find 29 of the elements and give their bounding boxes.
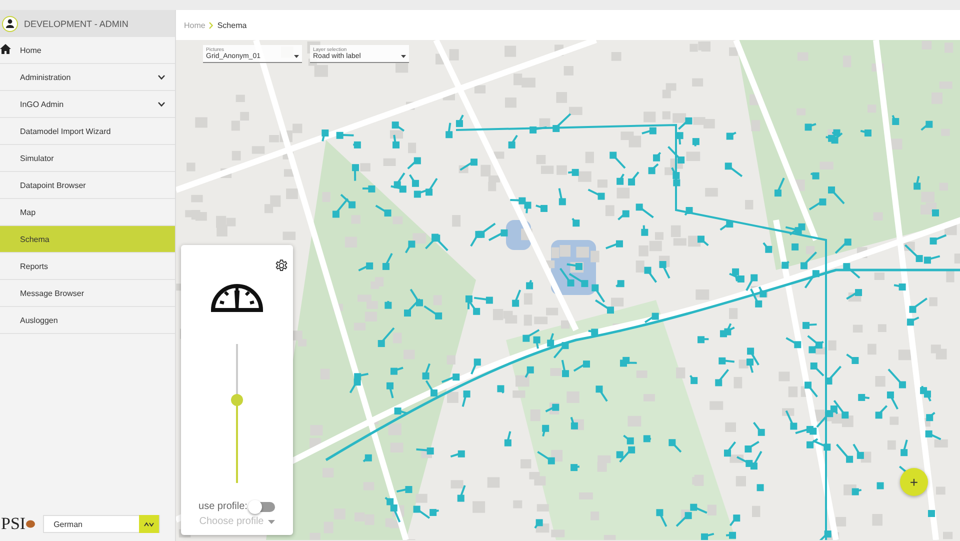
sidebar-item[interactable]: Home: [0, 37, 175, 64]
toggle-label: use profile:: [198, 501, 248, 512]
chevron-icon: [158, 102, 165, 106]
caret-icon: [268, 520, 275, 524]
caret-icon: [294, 55, 299, 58]
caret-icon: [144, 522, 154, 526]
sidebar-item[interactable]: Schema: [0, 226, 175, 253]
logo-icon: [26, 520, 35, 528]
breadcrumb-link[interactable]: Schema: [217, 20, 247, 30]
sidebar-item[interactable]: Datamodel Import Wizard: [0, 118, 175, 145]
sidebar-item[interactable]: Simulator: [0, 145, 175, 172]
settings-icon[interactable]: [275, 259, 288, 272]
sidebar-item[interactable]: Administration: [0, 64, 175, 91]
sidebar-item[interactable]: InGO Admin: [0, 91, 175, 118]
logo: PSI: [1, 514, 26, 534]
speedometer-icon: [210, 282, 264, 312]
toggle-switch[interactable]: [249, 502, 276, 512]
language-select[interactable]: German: [42, 515, 160, 533]
home-icon: [0, 44, 11, 54]
sidebar-item[interactable]: Ausloggen: [0, 307, 175, 334]
slider-thumb[interactable]: [231, 394, 243, 406]
sidebar-item[interactable]: Datapoint Browser: [0, 172, 175, 199]
sidebar-item[interactable]: Message Browser: [0, 280, 175, 307]
sidebar-item[interactable]: Reports: [0, 253, 175, 280]
chevron-right-icon: [209, 22, 214, 28]
chevron-icon: [158, 74, 165, 80]
user-name: DEVELOPMENT - ADMIN: [24, 18, 128, 28]
user-icon: [2, 16, 18, 32]
caret-icon: [401, 55, 406, 58]
